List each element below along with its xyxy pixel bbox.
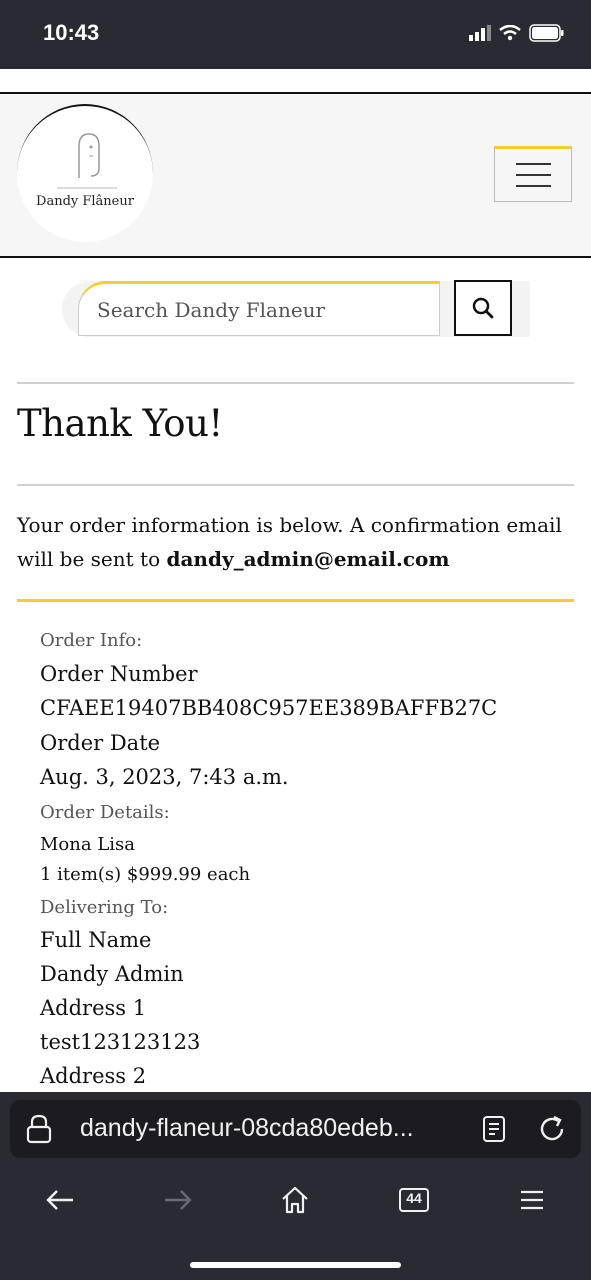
logo-text: Dandy Flâneur [36, 194, 134, 209]
url-text: dandy-flaneur-08cda80edeb... [80, 1114, 414, 1142]
signal-icon [469, 25, 491, 41]
divider [17, 382, 574, 384]
tab-count: 44 [406, 1190, 422, 1206]
menu-toggle-button[interactable] [494, 146, 572, 202]
page-title: Thank You! [17, 402, 223, 445]
full-name-value: Dandy Admin [40, 962, 184, 986]
status-time: 10:43 [43, 20, 100, 45]
full-name-label: Full Name [40, 928, 152, 952]
address1-value: test123123123 [40, 1030, 201, 1054]
reader-view-icon[interactable] [482, 1115, 506, 1143]
status-icons [469, 24, 565, 42]
home-indicator [190, 1262, 401, 1268]
item-quantity-price: 1 item(s) $999.99 each [40, 864, 251, 885]
order-details-label: Order Details: [40, 802, 170, 823]
battery-icon [529, 24, 564, 42]
logo-figure-icon [57, 133, 117, 189]
back-arrow-icon [46, 1190, 73, 1210]
search-icon [472, 297, 494, 319]
tabs-button[interactable]: 44 [394, 1180, 434, 1220]
hamburger-menu-icon [521, 1190, 543, 1210]
lock-icon [26, 1114, 52, 1144]
search-button[interactable] [454, 280, 512, 336]
site-logo[interactable]: Dandy Flâneur [17, 104, 153, 242]
status-bar: 10:43 [0, 0, 591, 69]
delivering-to-label: Delivering To: [40, 897, 169, 918]
search-input[interactable] [78, 281, 440, 336]
url-field[interactable]: dandy-flaneur-08cda80edeb... [10, 1100, 581, 1158]
order-info-label: Order Info: [40, 630, 143, 651]
order-date-value: Aug. 3, 2023, 7:43 a.m. [40, 765, 289, 789]
address2-label: Address 2 [40, 1064, 147, 1088]
order-date-label: Order Date [40, 731, 161, 755]
site-header: Dandy Flâneur [0, 92, 591, 258]
address1-label: Address 1 [40, 996, 147, 1020]
divider [17, 484, 574, 486]
forward-arrow-icon [165, 1190, 192, 1210]
browser-toolbar: dandy-flaneur-08cda80edeb... 44 [0, 1092, 591, 1280]
back-button[interactable] [40, 1180, 80, 1220]
item-name: Mona Lisa [40, 834, 135, 855]
home-icon [282, 1186, 308, 1214]
home-button[interactable] [275, 1180, 315, 1220]
accent-divider [17, 599, 574, 602]
order-intro-text: Your order information is below. A confi… [17, 508, 577, 576]
wifi-icon [499, 25, 521, 41]
confirmation-email: dandy_admin@email.com [166, 547, 450, 571]
reload-icon[interactable] [537, 1114, 567, 1144]
browser-nav-row: 44 [0, 1180, 591, 1220]
order-number-label: Order Number [40, 662, 198, 686]
menu-button[interactable] [512, 1180, 552, 1220]
hamburger-icon [515, 163, 551, 165]
order-number-value: CFAEE19407BB408C957EE389BAFFB27C [40, 696, 498, 720]
forward-button[interactable] [158, 1180, 198, 1220]
